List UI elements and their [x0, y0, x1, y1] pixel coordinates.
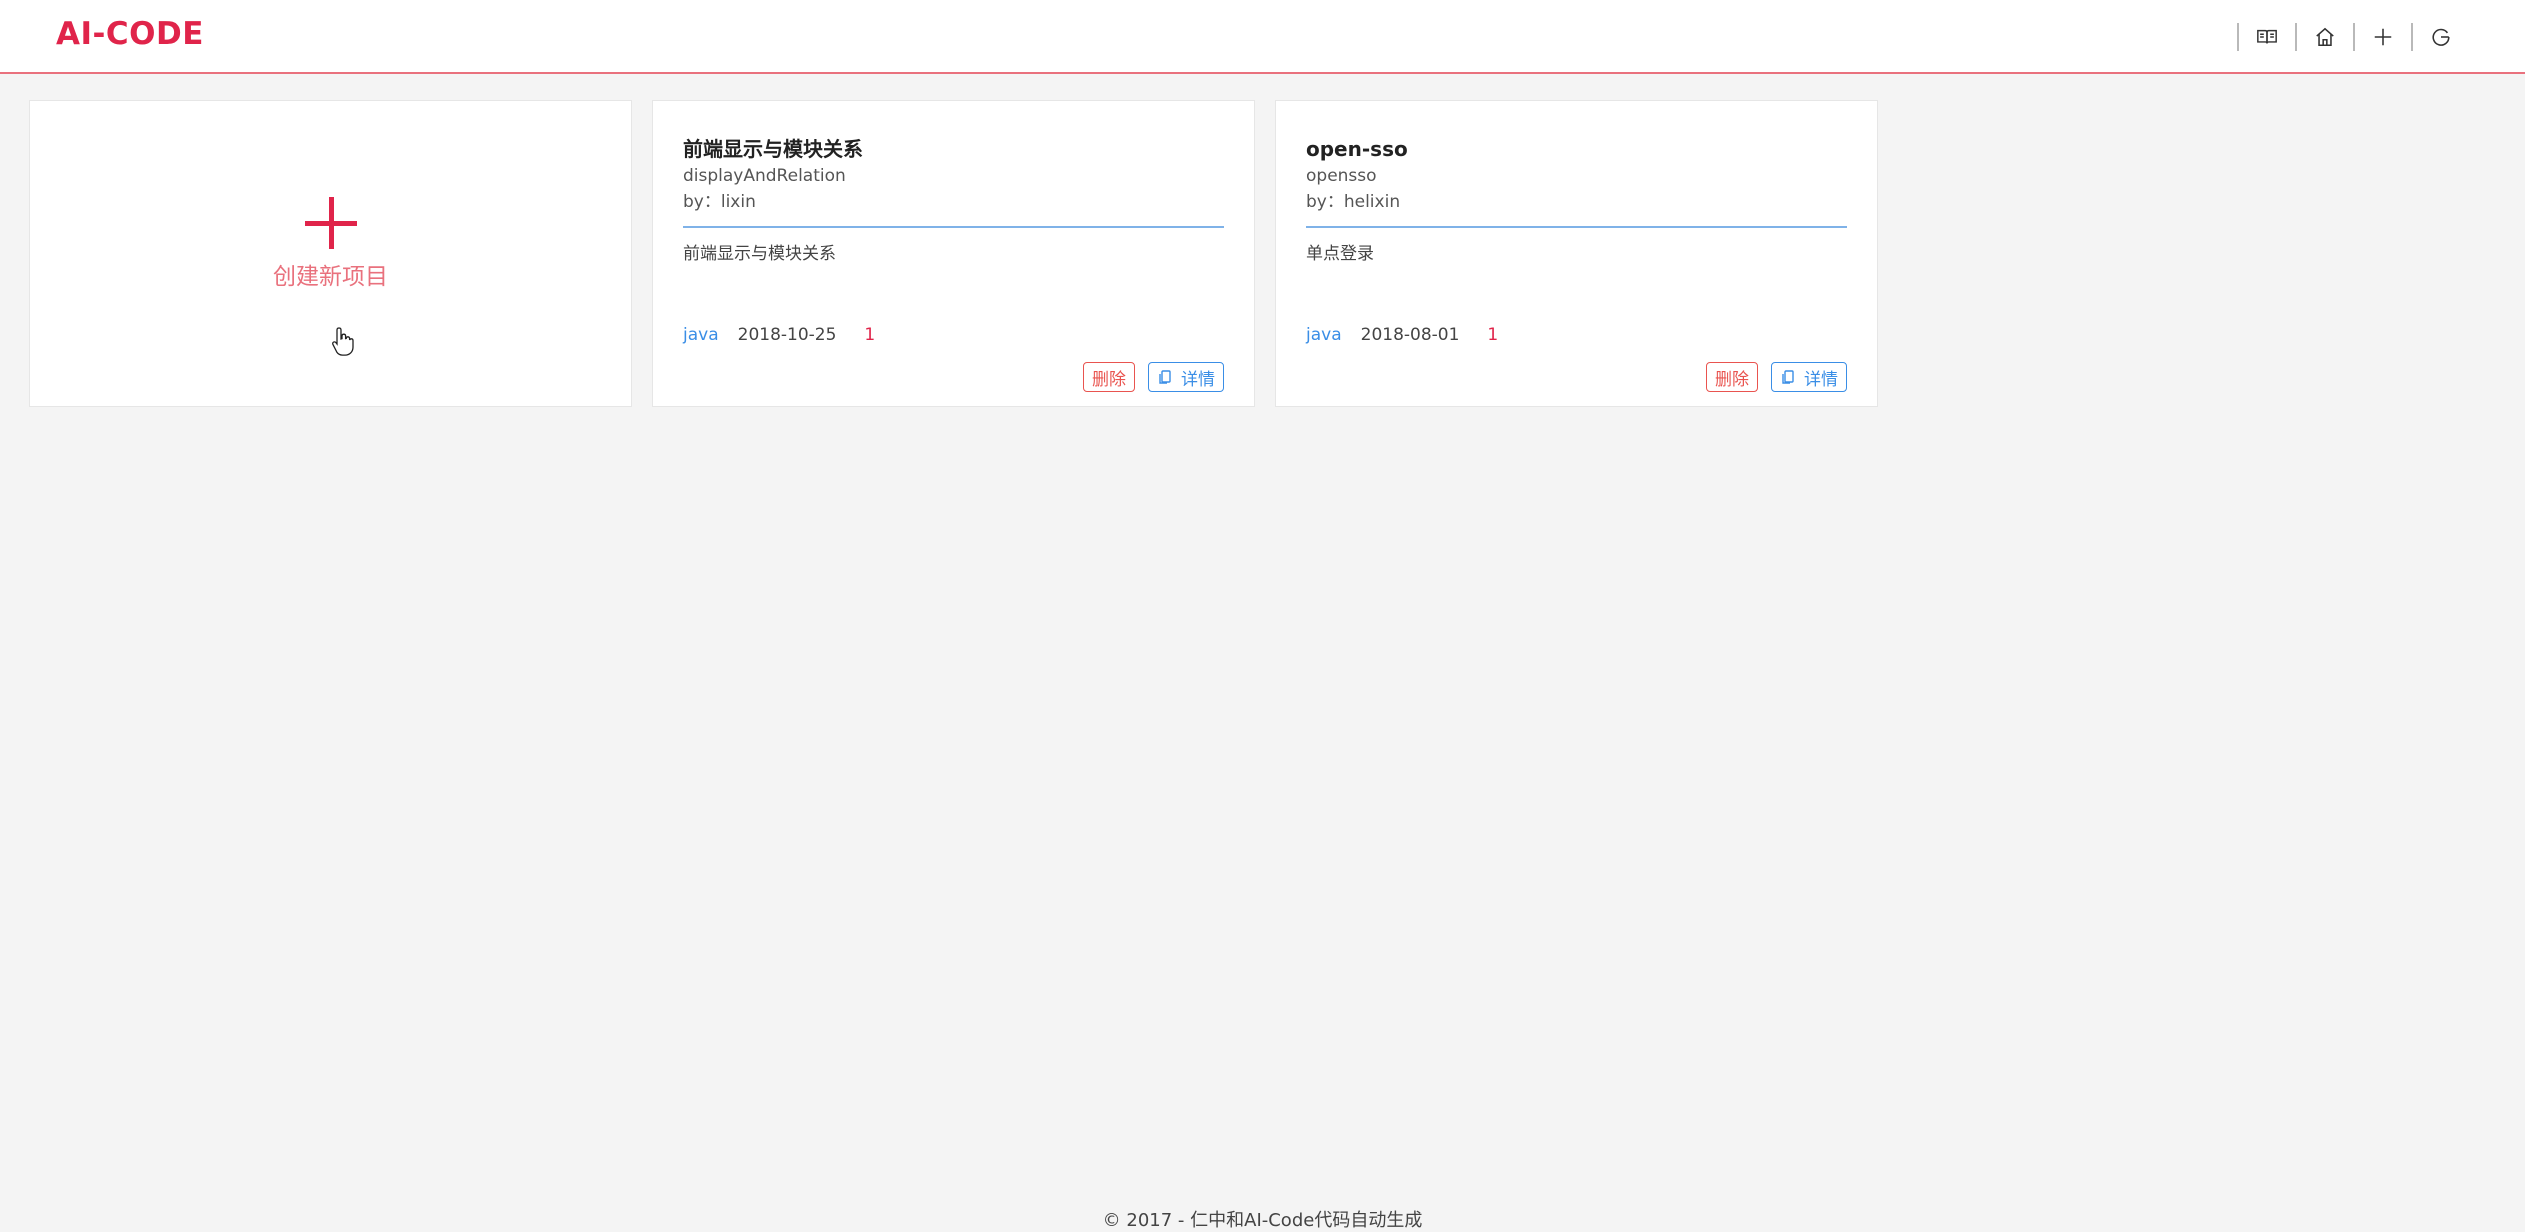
app-logo[interactable]: AI-CODE: [56, 16, 204, 52]
hand-cursor-icon: [332, 327, 354, 356]
logout-button[interactable]: [2413, 22, 2469, 52]
copy-icon: [1782, 370, 1794, 384]
project-author: by：helixin: [1306, 192, 1401, 212]
delete-button[interactable]: 删除: [1706, 362, 1758, 392]
project-count: 1: [1487, 325, 1499, 345]
project-code: opensso: [1306, 166, 1377, 186]
detail-button[interactable]: 详情: [1148, 362, 1224, 392]
project-title[interactable]: open-sso: [1306, 135, 1847, 163]
delete-button[interactable]: 删除: [1083, 362, 1135, 392]
project-language: java: [683, 325, 719, 345]
project-language: java: [1306, 325, 1342, 345]
logout-icon: [2432, 28, 2450, 46]
project-author: by：lixin: [683, 192, 756, 212]
project-description: 单点登录: [1306, 244, 1374, 264]
header-toolbar: [2237, 22, 2469, 52]
create-project-card[interactable]: 创建新项目: [29, 100, 632, 407]
detail-button-label: 详情: [1181, 369, 1215, 390]
add-button[interactable]: [2355, 22, 2411, 52]
detail-button-label: 详情: [1804, 369, 1838, 390]
plus-icon: [2374, 28, 2392, 46]
project-grid: 创建新项目 前端显示与模块关系 displayAndRelation by：li…: [29, 100, 1878, 407]
delete-button-label: 删除: [1092, 369, 1126, 390]
card-divider: [683, 226, 1224, 228]
home-icon: [2316, 27, 2334, 47]
project-meta: java 2018-10-25 1: [683, 325, 875, 345]
home-button[interactable]: [2297, 22, 2353, 52]
card-divider: [1306, 226, 1847, 228]
create-project-label: 创建新项目: [273, 264, 388, 290]
book-icon: [2257, 29, 2277, 44]
project-title[interactable]: 前端显示与模块关系: [683, 135, 1224, 163]
page-footer: © 2017 - 仁中和AI-Code代码自动生成: [1102, 1210, 1423, 1231]
project-code: displayAndRelation: [683, 166, 846, 186]
plus-icon: [304, 197, 357, 249]
project-count: 1: [864, 325, 876, 345]
project-card[interactable]: 前端显示与模块关系 displayAndRelation by：lixin 前端…: [652, 100, 1255, 407]
copy-icon: [1159, 370, 1171, 384]
project-date: 2018-08-01: [1360, 325, 1460, 345]
project-date: 2018-10-25: [737, 325, 837, 345]
project-description: 前端显示与模块关系: [683, 244, 836, 264]
delete-button-label: 删除: [1715, 369, 1749, 390]
top-navbar: AI-CODE: [0, 0, 2525, 74]
project-actions: 删除 详情: [1083, 362, 1224, 392]
detail-button[interactable]: 详情: [1771, 362, 1847, 392]
project-actions: 删除 详情: [1706, 362, 1847, 392]
project-card[interactable]: open-sso opensso by：helixin 单点登录 java 20…: [1275, 100, 1878, 407]
docs-button[interactable]: [2239, 22, 2295, 52]
project-meta: java 2018-08-01 1: [1306, 325, 1498, 345]
